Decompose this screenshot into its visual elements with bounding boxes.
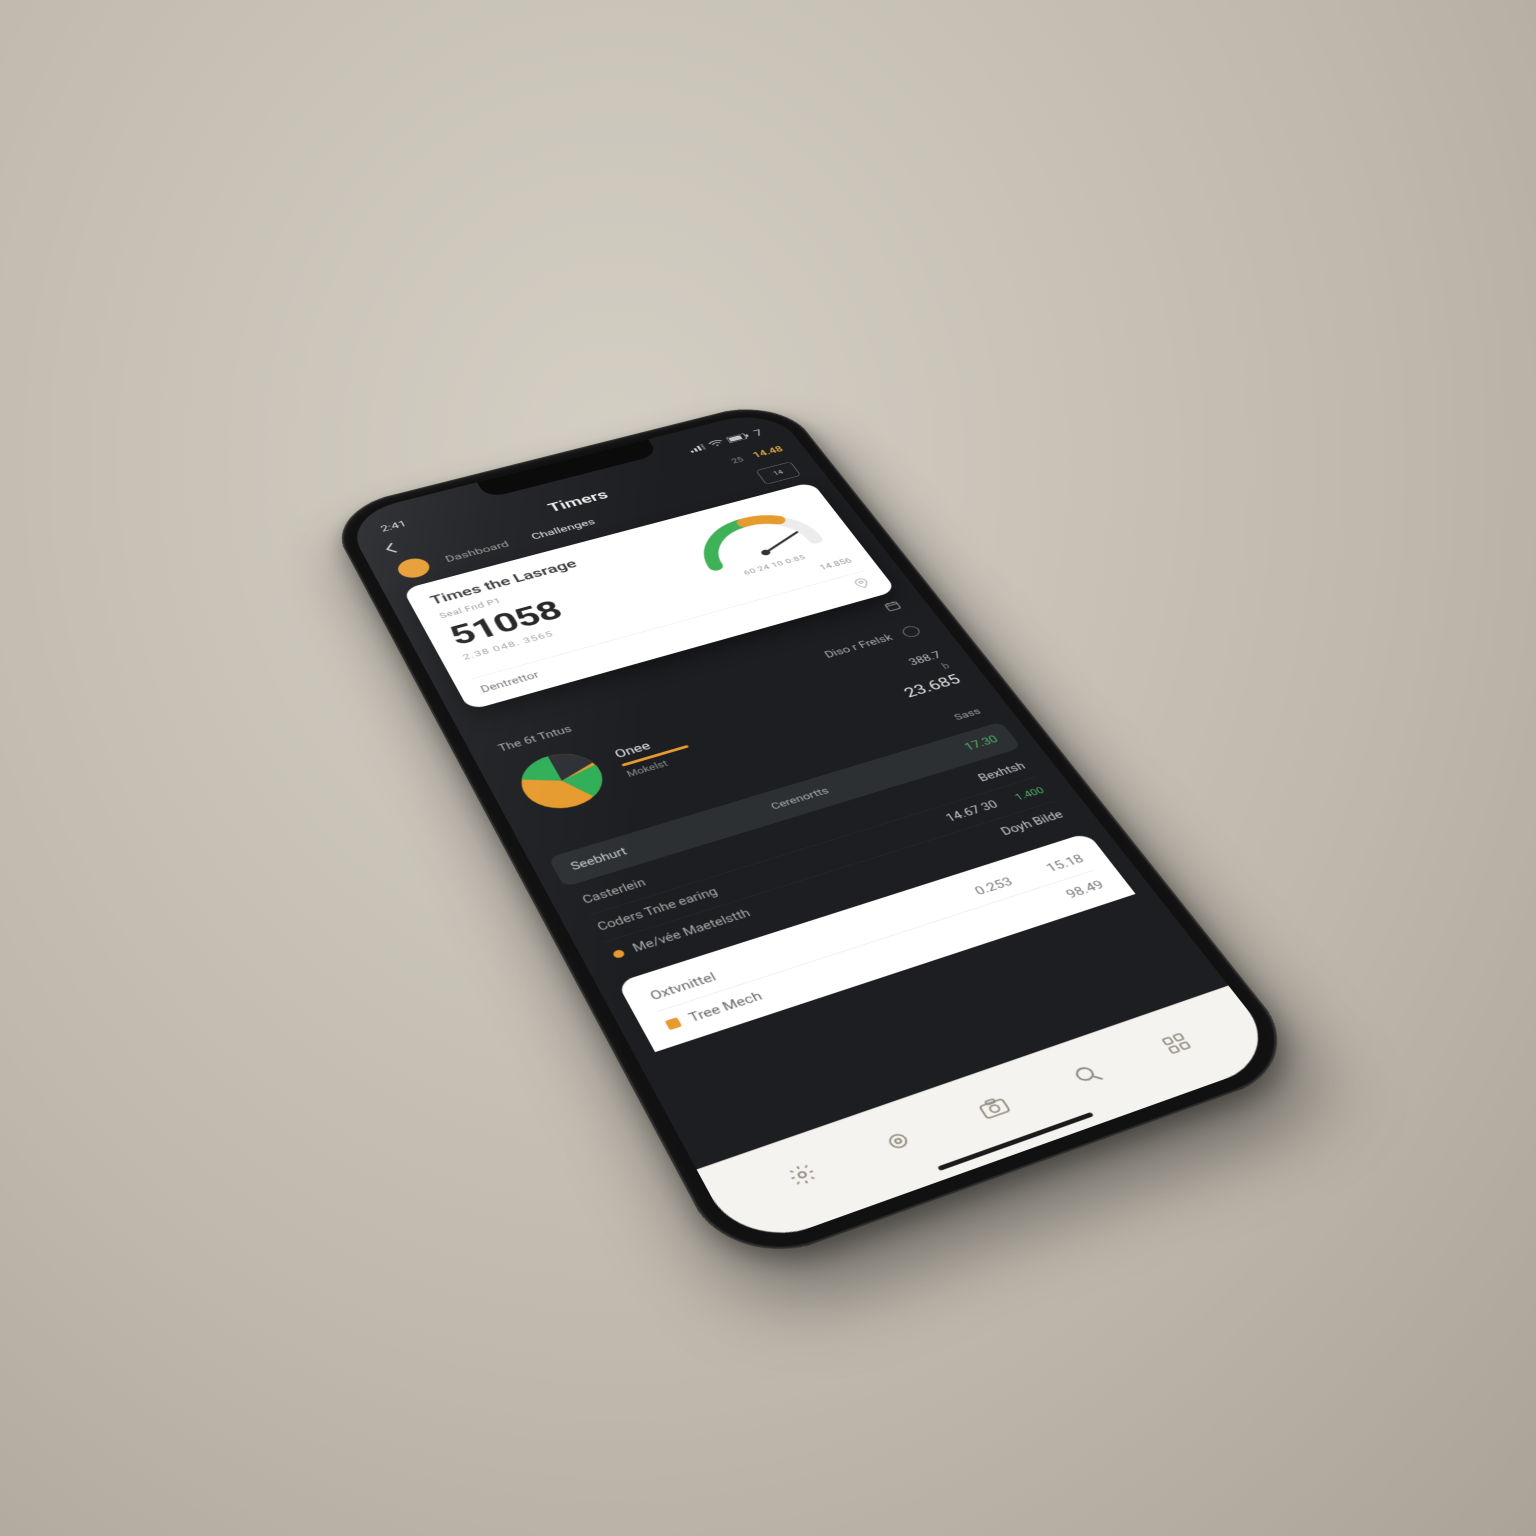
tab-gear[interactable] bbox=[880, 1126, 917, 1154]
row-extra: 1.400 bbox=[1013, 785, 1047, 802]
calendar-icon[interactable] bbox=[883, 600, 905, 614]
location-icon[interactable] bbox=[853, 577, 873, 592]
breakdown-num-a: 388.7 bbox=[907, 650, 944, 668]
home-indicator[interactable] bbox=[937, 1112, 1094, 1171]
tab-search[interactable] bbox=[1068, 1061, 1105, 1088]
square-icon bbox=[665, 1017, 682, 1030]
circle-icon[interactable] bbox=[900, 625, 923, 639]
gauge-chart: 60 24 10 0:85 14.856 bbox=[671, 496, 854, 600]
tab-settings[interactable] bbox=[783, 1160, 820, 1189]
breakdown-num-mid: b bbox=[940, 661, 952, 671]
tab-camera[interactable] bbox=[974, 1093, 1013, 1122]
gauge-side-value: 14.856 bbox=[818, 556, 854, 571]
highlight-value: 17.30 bbox=[963, 734, 1001, 753]
app-screen: 2:41 7 bbox=[343, 408, 1286, 1253]
dot-icon bbox=[612, 949, 626, 959]
footer-row-2-value: 98.49 bbox=[1063, 878, 1107, 902]
header-meta-a: 25 bbox=[730, 456, 746, 465]
sass-label: Sass bbox=[952, 707, 983, 723]
wifi-icon bbox=[706, 438, 726, 450]
signal-icon bbox=[687, 443, 707, 455]
footer-row-1-v2: 15.18 bbox=[1043, 852, 1087, 875]
tab-indicator-icon bbox=[394, 556, 433, 581]
tab-bar bbox=[697, 985, 1286, 1252]
breakdown-num-b: 23.685 bbox=[900, 671, 963, 700]
tab-grid[interactable] bbox=[1158, 1030, 1195, 1056]
phone-device: 2:41 7 bbox=[325, 398, 1311, 1273]
back-button[interactable] bbox=[382, 536, 422, 558]
footer-row-1-v1: 0.253 bbox=[972, 875, 1016, 898]
pie-chart bbox=[506, 743, 618, 820]
header-meta-b: 14.48 bbox=[751, 445, 785, 460]
status-aux: 7 bbox=[752, 428, 766, 438]
